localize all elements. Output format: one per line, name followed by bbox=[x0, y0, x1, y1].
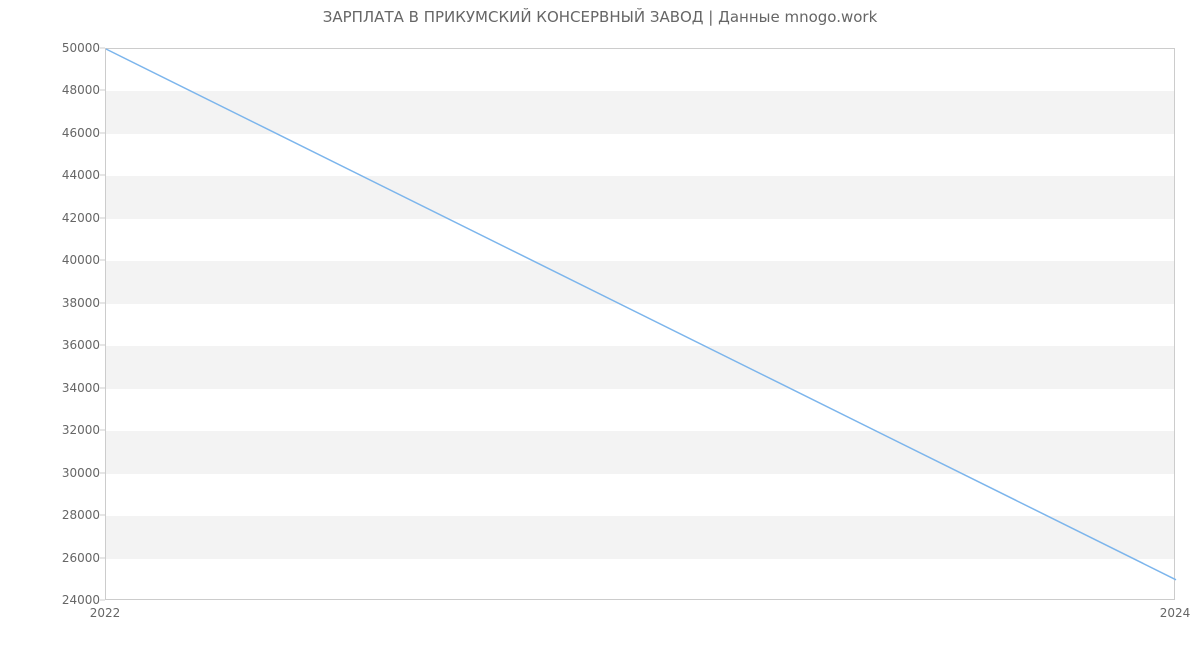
y-tick-label: 34000 bbox=[5, 381, 100, 395]
y-tick-label: 50000 bbox=[5, 41, 100, 55]
y-tick-label: 38000 bbox=[5, 296, 100, 310]
y-tick-label: 46000 bbox=[5, 126, 100, 140]
line-series bbox=[106, 49, 1174, 599]
y-tick-label: 24000 bbox=[5, 593, 100, 607]
y-tick-label: 30000 bbox=[5, 466, 100, 480]
y-tick-label: 40000 bbox=[5, 253, 100, 267]
plot-area bbox=[105, 48, 1175, 600]
y-tick-label: 42000 bbox=[5, 211, 100, 225]
x-tick-label: 2022 bbox=[90, 606, 121, 620]
chart-container: ЗАРПЛАТА В ПРИКУМСКИЙ КОНСЕРВНЫЙ ЗАВОД |… bbox=[0, 0, 1200, 650]
y-tick-label: 32000 bbox=[5, 423, 100, 437]
y-tick-label: 26000 bbox=[5, 551, 100, 565]
x-tick-label: 2024 bbox=[1160, 606, 1191, 620]
y-tick-label: 28000 bbox=[5, 508, 100, 522]
chart-title: ЗАРПЛАТА В ПРИКУМСКИЙ КОНСЕРВНЫЙ ЗАВОД |… bbox=[0, 8, 1200, 26]
y-tick-label: 36000 bbox=[5, 338, 100, 352]
y-tick-label: 48000 bbox=[5, 83, 100, 97]
y-tick-label: 44000 bbox=[5, 168, 100, 182]
